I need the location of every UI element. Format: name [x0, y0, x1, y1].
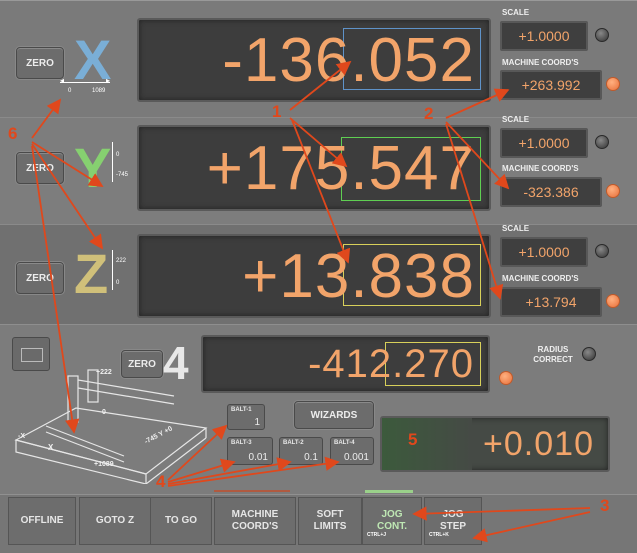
z-axis-letter: Z	[74, 242, 109, 305]
x-machine-label: MACHINE COORD'S	[502, 58, 579, 67]
zero-x-button[interactable]: ZERO	[16, 47, 64, 79]
y-dro-value: +175.547	[206, 133, 475, 203]
svg-text:X: X	[48, 443, 54, 452]
y-axis-letter: Y	[74, 136, 112, 199]
machine-z-top: +222	[96, 369, 112, 376]
z-machine-coord-field: +13.794	[500, 287, 602, 317]
offline-button[interactable]: OFFLINE	[8, 497, 76, 545]
y-machine-coord-field: -323.386	[500, 177, 602, 207]
machine-x-right: +1089	[94, 461, 114, 468]
y-scale-led[interactable]	[595, 135, 609, 149]
machine-y-label: -745 Y +0	[144, 425, 174, 445]
top-edge	[0, 0, 637, 1]
x-machine-led[interactable]	[606, 77, 620, 91]
to-go-button[interactable]: TO GO	[150, 497, 212, 545]
z-dro-value: +13.838	[242, 241, 475, 311]
zero-y-button[interactable]: ZERO	[16, 152, 64, 184]
z-scale-field[interactable]: +1.0000	[500, 237, 588, 267]
balt3-button[interactable]: BALT-3 0.01	[227, 437, 273, 465]
z-tick-indicator: 222 0	[108, 246, 132, 296]
z-machine-led[interactable]	[606, 294, 620, 308]
x-dro-display[interactable]: -136.052	[137, 18, 491, 102]
machine-coords-button[interactable]: MACHINE COORD'S	[214, 497, 296, 545]
balt2-button[interactable]: BALT-2 0.1	[279, 437, 323, 465]
machine-coords-indicator	[214, 490, 290, 492]
z-scale-label: SCALE	[502, 224, 530, 233]
y-machine-led[interactable]	[606, 184, 620, 198]
z-dro-display[interactable]: +13.838	[137, 234, 491, 318]
z-scale-led[interactable]	[595, 244, 609, 258]
annotation-5: 5	[408, 430, 418, 449]
radius-correct-label: RADIUS CORRECT	[533, 345, 573, 364]
x-tick-indicator: ◂ ▸ 0 1089	[60, 76, 111, 94]
y-dro-display[interactable]: +175.547	[137, 125, 491, 211]
goto-z-button[interactable]: GOTO Z	[79, 497, 151, 545]
x-machine-coord-field: +263.992	[500, 70, 602, 100]
jog-step-button[interactable]: JOG STEP CTRL+K	[424, 497, 482, 545]
annotation-2: 2	[424, 104, 434, 123]
jog-cont-button[interactable]: JOG CONT. CTRL+J	[362, 497, 422, 545]
x-scale-label: SCALE	[502, 8, 530, 17]
x-scale-led[interactable]	[595, 28, 609, 42]
machine-z-bot: 0	[102, 409, 106, 416]
wizards-button[interactable]: WIZARDS	[294, 401, 374, 429]
z-machine-label: MACHINE COORD'S	[502, 274, 579, 283]
a-axis-led[interactable]	[499, 371, 513, 385]
annotation-4: 4	[156, 472, 166, 491]
annotation-1: 1	[272, 102, 282, 121]
soft-limits-button[interactable]: SOFT LIMITS	[298, 497, 362, 545]
annotation-6: 6	[8, 124, 18, 143]
jog-cont-indicator	[365, 490, 413, 493]
a-dro-value: -412.270	[308, 341, 474, 386]
x-scale-field[interactable]: +1.0000	[500, 21, 588, 51]
y-machine-label: MACHINE COORD'S	[502, 164, 579, 173]
a-dro-display[interactable]: -412.270	[201, 335, 490, 393]
y-scale-label: SCALE	[502, 115, 530, 124]
y-scale-field[interactable]: +1.0000	[500, 128, 588, 158]
jog-increment-value: +0.010	[483, 424, 594, 463]
balt4-button[interactable]: BALT-4 0.001	[330, 437, 374, 465]
balt1-button[interactable]: BALT-1 1	[227, 404, 265, 430]
machine-x-left: -X	[18, 433, 25, 440]
annotation-3: 3	[600, 496, 610, 515]
zero-z-button[interactable]: ZERO	[16, 262, 64, 294]
radius-correct-led[interactable]	[582, 347, 596, 361]
jog-display-glow	[382, 418, 472, 470]
machine-diagram: +222 0 -X +1089 -745 Y +0 X	[6, 366, 216, 485]
y-tick-indicator: 0 -745	[108, 138, 132, 188]
x-dro-value: -136.052	[222, 25, 475, 95]
